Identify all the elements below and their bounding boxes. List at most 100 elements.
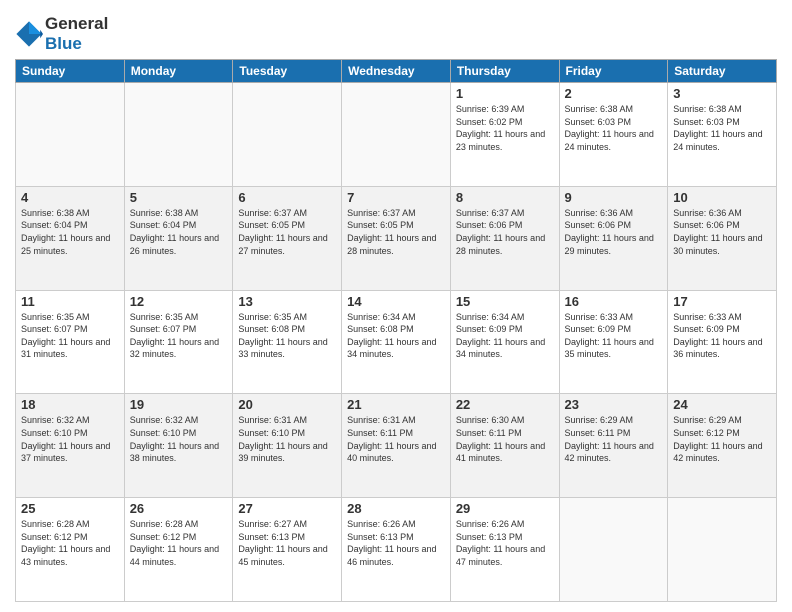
day-info: Sunrise: 6:38 AMSunset: 6:04 PMDaylight:…: [21, 207, 119, 257]
calendar-day-cell: 1 Sunrise: 6:39 AMSunset: 6:02 PMDaylight…: [450, 83, 559, 187]
calendar-day-cell: 11 Sunrise: 6:35 AMSunset: 6:07 PMDayligh…: [16, 290, 125, 394]
day-info: Sunrise: 6:36 AMSunset: 6:06 PMDaylight:…: [673, 207, 771, 257]
calendar-day-cell: [233, 83, 342, 187]
day-number: 16: [565, 294, 663, 309]
calendar-day-cell: 7 Sunrise: 6:37 AMSunset: 6:05 PMDaylight…: [342, 186, 451, 290]
day-info: Sunrise: 6:38 AMSunset: 6:03 PMDaylight:…: [565, 103, 663, 153]
day-info: Sunrise: 6:26 AMSunset: 6:13 PMDaylight:…: [456, 518, 554, 568]
logo-icon: [15, 20, 43, 48]
day-number: 14: [347, 294, 445, 309]
day-info: Sunrise: 6:37 AMSunset: 6:06 PMDaylight:…: [456, 207, 554, 257]
day-number: 7: [347, 190, 445, 205]
day-info: Sunrise: 6:35 AMSunset: 6:07 PMDaylight:…: [21, 311, 119, 361]
calendar-day-cell: [342, 83, 451, 187]
weekday-header: Sunday: [16, 60, 125, 83]
calendar-day-cell: [124, 83, 233, 187]
day-number: 26: [130, 501, 228, 516]
calendar-week-row: 11 Sunrise: 6:35 AMSunset: 6:07 PMDayligh…: [16, 290, 777, 394]
day-number: 24: [673, 397, 771, 412]
day-number: 5: [130, 190, 228, 205]
day-number: 10: [673, 190, 771, 205]
logo-text: General Blue: [45, 14, 108, 53]
calendar-day-cell: 15 Sunrise: 6:34 AMSunset: 6:09 PMDayligh…: [450, 290, 559, 394]
calendar-day-cell: 2 Sunrise: 6:38 AMSunset: 6:03 PMDaylight…: [559, 83, 668, 187]
day-number: 11: [21, 294, 119, 309]
day-number: 15: [456, 294, 554, 309]
day-number: 8: [456, 190, 554, 205]
day-info: Sunrise: 6:34 AMSunset: 6:09 PMDaylight:…: [456, 311, 554, 361]
weekday-header: Tuesday: [233, 60, 342, 83]
day-number: 2: [565, 86, 663, 101]
calendar-day-cell: 26 Sunrise: 6:28 AMSunset: 6:12 PMDayligh…: [124, 498, 233, 602]
calendar-day-cell: 20 Sunrise: 6:31 AMSunset: 6:10 PMDayligh…: [233, 394, 342, 498]
day-info: Sunrise: 6:32 AMSunset: 6:10 PMDaylight:…: [21, 414, 119, 464]
calendar-page: General Blue SundayMondayTuesdayWednesda…: [0, 0, 792, 612]
day-info: Sunrise: 6:35 AMSunset: 6:07 PMDaylight:…: [130, 311, 228, 361]
calendar-day-cell: 13 Sunrise: 6:35 AMSunset: 6:08 PMDayligh…: [233, 290, 342, 394]
day-info: Sunrise: 6:26 AMSunset: 6:13 PMDaylight:…: [347, 518, 445, 568]
calendar-day-cell: 16 Sunrise: 6:33 AMSunset: 6:09 PMDayligh…: [559, 290, 668, 394]
day-info: Sunrise: 6:28 AMSunset: 6:12 PMDaylight:…: [21, 518, 119, 568]
day-number: 18: [21, 397, 119, 412]
day-info: Sunrise: 6:31 AMSunset: 6:10 PMDaylight:…: [238, 414, 336, 464]
day-info: Sunrise: 6:27 AMSunset: 6:13 PMDaylight:…: [238, 518, 336, 568]
calendar-day-cell: 10 Sunrise: 6:36 AMSunset: 6:06 PMDayligh…: [668, 186, 777, 290]
calendar-day-cell: 3 Sunrise: 6:38 AMSunset: 6:03 PMDaylight…: [668, 83, 777, 187]
calendar-day-cell: 17 Sunrise: 6:33 AMSunset: 6:09 PMDayligh…: [668, 290, 777, 394]
calendar-day-cell: 9 Sunrise: 6:36 AMSunset: 6:06 PMDaylight…: [559, 186, 668, 290]
calendar-day-cell: [16, 83, 125, 187]
day-number: 25: [21, 501, 119, 516]
day-number: 19: [130, 397, 228, 412]
calendar-day-cell: [559, 498, 668, 602]
logo: General Blue: [15, 14, 108, 53]
weekday-header: Friday: [559, 60, 668, 83]
day-info: Sunrise: 6:37 AMSunset: 6:05 PMDaylight:…: [238, 207, 336, 257]
day-info: Sunrise: 6:33 AMSunset: 6:09 PMDaylight:…: [673, 311, 771, 361]
day-number: 29: [456, 501, 554, 516]
calendar-day-cell: 23Sunrise: 6:29 AMSunset: 6:11 PMDayligh…: [559, 394, 668, 498]
calendar-day-cell: 14Sunrise: 6:34 AMSunset: 6:08 PMDayligh…: [342, 290, 451, 394]
weekday-header: Wednesday: [342, 60, 451, 83]
day-number: 23: [565, 397, 663, 412]
day-number: 1: [456, 86, 554, 101]
header: General Blue: [15, 10, 777, 53]
day-info: Sunrise: 6:38 AMSunset: 6:04 PMDaylight:…: [130, 207, 228, 257]
calendar-day-cell: [668, 498, 777, 602]
day-info: Sunrise: 6:30 AMSunset: 6:11 PMDaylight:…: [456, 414, 554, 464]
day-info: Sunrise: 6:28 AMSunset: 6:12 PMDaylight:…: [130, 518, 228, 568]
day-info: Sunrise: 6:37 AMSunset: 6:05 PMDaylight:…: [347, 207, 445, 257]
calendar-day-cell: 5 Sunrise: 6:38 AMSunset: 6:04 PMDaylight…: [124, 186, 233, 290]
day-info: Sunrise: 6:35 AMSunset: 6:08 PMDaylight:…: [238, 311, 336, 361]
day-info: Sunrise: 6:29 AMSunset: 6:12 PMDaylight:…: [673, 414, 771, 464]
day-info: Sunrise: 6:39 AMSunset: 6:02 PMDaylight:…: [456, 103, 554, 153]
calendar-day-cell: 18 Sunrise: 6:32 AMSunset: 6:10 PMDayligh…: [16, 394, 125, 498]
day-info: Sunrise: 6:31 AMSunset: 6:11 PMDaylight:…: [347, 414, 445, 464]
calendar-day-cell: 19 Sunrise: 6:32 AMSunset: 6:10 PMDayligh…: [124, 394, 233, 498]
calendar-day-cell: 25 Sunrise: 6:28 AMSunset: 6:12 PMDayligh…: [16, 498, 125, 602]
day-number: 4: [21, 190, 119, 205]
day-number: 17: [673, 294, 771, 309]
day-info: Sunrise: 6:33 AMSunset: 6:09 PMDaylight:…: [565, 311, 663, 361]
day-number: 20: [238, 397, 336, 412]
day-info: Sunrise: 6:32 AMSunset: 6:10 PMDaylight:…: [130, 414, 228, 464]
day-number: 22: [456, 397, 554, 412]
calendar-day-cell: 22 Sunrise: 6:30 AMSunset: 6:11 PMDayligh…: [450, 394, 559, 498]
weekday-header: Saturday: [668, 60, 777, 83]
calendar-table: SundayMondayTuesdayWednesdayThursdayFrid…: [15, 59, 777, 602]
day-info: Sunrise: 6:38 AMSunset: 6:03 PMDaylight:…: [673, 103, 771, 153]
calendar-day-cell: 29 Sunrise: 6:26 AMSunset: 6:13 PMDayligh…: [450, 498, 559, 602]
calendar-day-cell: 4 Sunrise: 6:38 AMSunset: 6:04 PMDaylight…: [16, 186, 125, 290]
calendar-week-row: 1 Sunrise: 6:39 AMSunset: 6:02 PMDaylight…: [16, 83, 777, 187]
weekday-header: Thursday: [450, 60, 559, 83]
calendar-day-cell: 24 Sunrise: 6:29 AMSunset: 6:12 PMDayligh…: [668, 394, 777, 498]
day-number: 12: [130, 294, 228, 309]
day-info: Sunrise: 6:36 AMSunset: 6:06 PMDaylight:…: [565, 207, 663, 257]
day-number: 3: [673, 86, 771, 101]
calendar-header-row: SundayMondayTuesdayWednesdayThursdayFrid…: [16, 60, 777, 83]
day-number: 6: [238, 190, 336, 205]
weekday-header: Monday: [124, 60, 233, 83]
calendar-day-cell: 21Sunrise: 6:31 AMSunset: 6:11 PMDayligh…: [342, 394, 451, 498]
day-number: 9: [565, 190, 663, 205]
calendar-day-cell: 8 Sunrise: 6:37 AMSunset: 6:06 PMDaylight…: [450, 186, 559, 290]
day-number: 13: [238, 294, 336, 309]
